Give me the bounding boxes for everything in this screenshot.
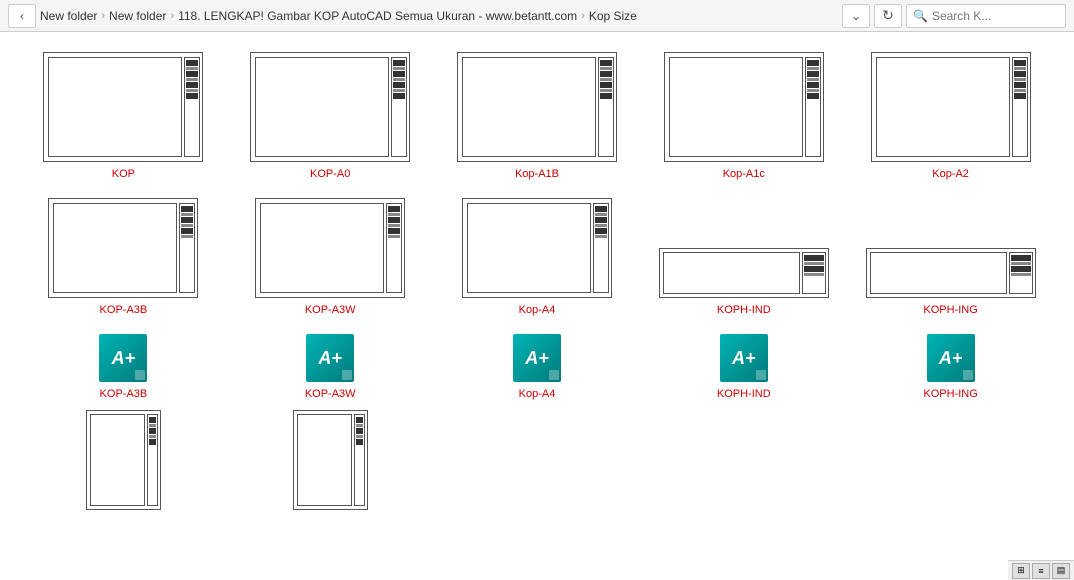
search-bar: 🔍 xyxy=(906,4,1066,28)
list-item[interactable]: KOPH-IND xyxy=(640,330,847,404)
breadcrumb-sep-3: › xyxy=(581,10,585,22)
list-item[interactable]: Kop-A4 xyxy=(434,330,641,404)
drawing-thumbnail-wide xyxy=(659,248,829,298)
main-content: KOP KOP-A0 xyxy=(0,32,1074,580)
list-item[interactable]: Kop-A1c xyxy=(640,48,847,184)
drawing-thumbnail-wide xyxy=(866,248,1036,298)
autocad-icon xyxy=(513,334,561,382)
autocad-icon xyxy=(927,334,975,382)
file-label: Kop-A1c xyxy=(723,168,765,180)
grid-view-button[interactable]: ⊞ xyxy=(1012,563,1030,579)
file-label: KOP-A0 xyxy=(310,168,350,180)
drawing-thumbnail xyxy=(255,198,405,298)
drawing-thumbnail xyxy=(48,198,198,298)
breadcrumb-item-2[interactable]: New folder xyxy=(109,9,166,23)
breadcrumb-sep-2: › xyxy=(170,10,174,22)
search-input[interactable] xyxy=(932,9,1059,23)
drawing-thumbnail-tall xyxy=(86,410,161,510)
list-view-button[interactable]: ≡ xyxy=(1032,563,1050,579)
drawing-thumbnail xyxy=(462,198,612,298)
list-item[interactable]: Kop-A2 xyxy=(847,48,1054,184)
file-label: KOP-A3B xyxy=(100,388,148,400)
list-item[interactable]: KOPH-IND xyxy=(640,244,847,320)
drawing-thumbnail xyxy=(43,52,203,162)
view-controls: ⊞ ≡ ▤ xyxy=(1008,560,1074,580)
list-item[interactable]: KOP xyxy=(20,48,227,184)
file-label: Kop-A1B xyxy=(515,168,559,180)
refresh-button[interactable]: ↻ xyxy=(874,4,902,28)
file-label: Kop-A2 xyxy=(932,168,969,180)
drawing-thumbnail-tall xyxy=(293,410,368,510)
list-item[interactable]: KOP-A0 xyxy=(227,48,434,184)
autocad-icon xyxy=(306,334,354,382)
file-label: KOP-A3B xyxy=(100,304,148,316)
file-label: KOPH-IND xyxy=(717,388,771,400)
dropdown-button[interactable]: ⌄ xyxy=(842,4,870,28)
list-item[interactable]: KOP-A3B xyxy=(20,330,227,514)
drawing-thumbnail xyxy=(457,52,617,162)
file-label: Kop-A4 xyxy=(519,388,556,400)
list-item[interactable]: KOPH-ING xyxy=(847,330,1054,404)
top-bar: ‹ New folder › New folder › 118. LENGKAP… xyxy=(0,0,1074,32)
list-item[interactable]: Kop-A1B xyxy=(434,48,641,184)
file-label: Kop-A4 xyxy=(519,304,556,316)
drawing-thumbnail xyxy=(664,52,824,162)
breadcrumb-item-3[interactable]: 118. LENGKAP! Gambar KOP AutoCAD Semua U… xyxy=(178,9,577,23)
nav-back-button[interactable]: ‹ xyxy=(8,4,36,28)
list-item[interactable]: KOP-A3B xyxy=(20,194,227,320)
list-item[interactable]: Kop-A4 xyxy=(434,194,641,320)
breadcrumb: New folder › New folder › 118. LENGKAP! … xyxy=(40,9,838,23)
list-item[interactable]: KOP-A3W xyxy=(227,194,434,320)
list-item[interactable]: KOP-A3W xyxy=(227,330,434,514)
file-label: KOP-A3W xyxy=(305,388,356,400)
file-label: KOPH-ING xyxy=(923,304,977,316)
breadcrumb-sep-1: › xyxy=(101,10,105,22)
details-view-button[interactable]: ▤ xyxy=(1052,563,1070,579)
autocad-icon xyxy=(720,334,768,382)
drawing-thumbnail xyxy=(871,52,1031,162)
breadcrumb-item-1[interactable]: New folder xyxy=(40,9,97,23)
breadcrumb-current: Kop Size xyxy=(589,9,637,23)
file-label: KOPH-ING xyxy=(923,388,977,400)
drawing-thumbnail xyxy=(250,52,410,162)
autocad-icon xyxy=(99,334,147,382)
file-label: KOP xyxy=(112,168,135,180)
list-item[interactable]: KOPH-ING xyxy=(847,244,1054,320)
file-label: KOP-A3W xyxy=(305,304,356,316)
file-label: KOPH-IND xyxy=(717,304,771,316)
search-icon: 🔍 xyxy=(913,9,928,23)
